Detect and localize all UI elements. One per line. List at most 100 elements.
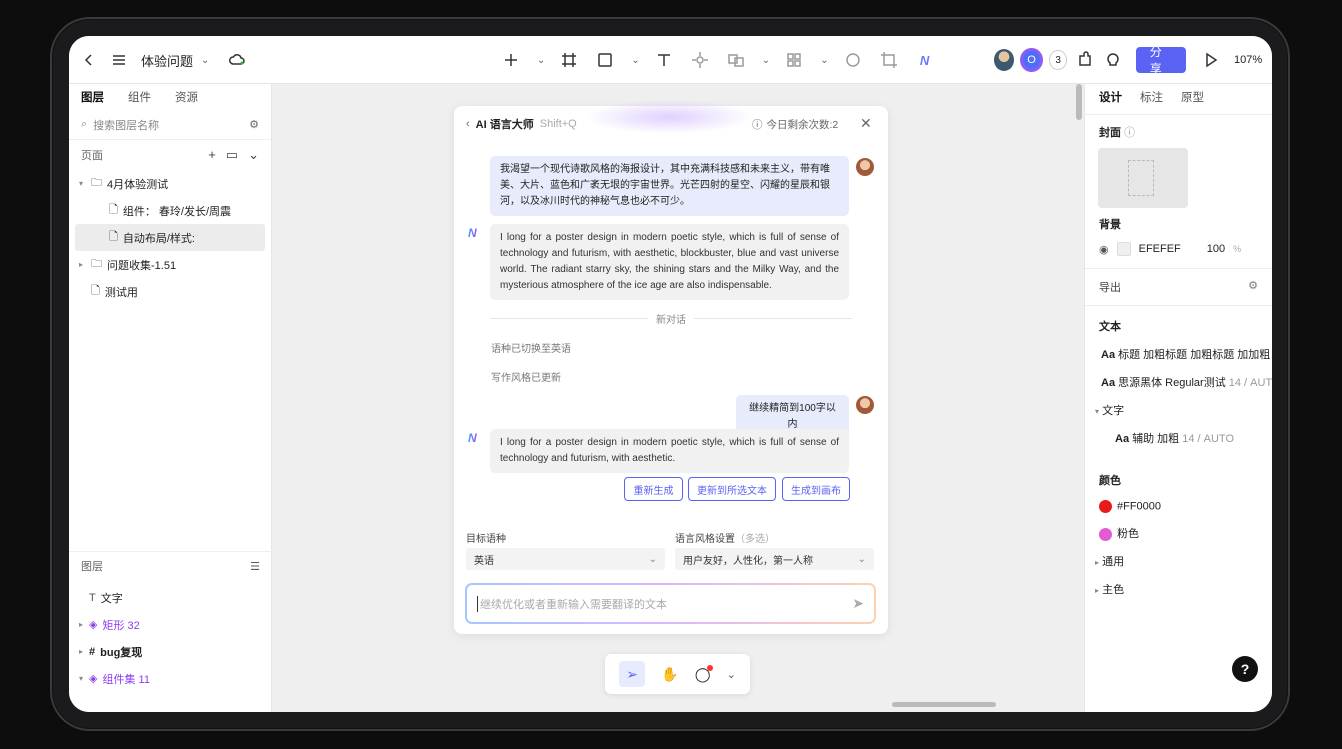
bulb-icon[interactable] <box>1102 48 1124 72</box>
color-item[interactable]: 粉色 <box>1085 525 1272 541</box>
chevron-down-icon: ⌄ <box>648 553 657 565</box>
expand-icon[interactable]: ⌄ <box>727 668 736 681</box>
style-hint: （多选） <box>735 534 775 545</box>
zoom-level[interactable]: 107% <box>1234 54 1262 66</box>
doc-title[interactable]: 体验问题 <box>141 51 193 70</box>
boolean-icon[interactable] <box>782 48 806 72</box>
layer-search[interactable]: ⌕ 搜索图层名称 ⚙ <box>69 110 271 140</box>
avatar[interactable] <box>994 49 1015 71</box>
group-item[interactable]: ▸ 主色 <box>1085 581 1272 597</box>
text-style-name: 标题 加粗标题 加粗标题 加加粗 <box>1118 349 1271 361</box>
canvas[interactable]: ‹ AI 语言大师 Shift+Q ⓘ 今日剩余次数:2 ✕ 我渴望一个现代诗歌… <box>272 84 1084 712</box>
layer-item[interactable]: ▾ ◈ 组件集 11 <box>69 665 272 692</box>
text-style-name: 辅助 加粗 <box>1132 433 1180 445</box>
share-button[interactable]: 分享 <box>1135 45 1186 76</box>
ai-logo-icon: N <box>468 226 477 240</box>
tab-assets[interactable]: 资源 <box>175 89 198 105</box>
prompt-input[interactable]: 继续优化或者重新输入需要翻译的文本 ➤ <box>465 583 876 624</box>
vertical-scrollbar[interactable] <box>1076 84 1082 120</box>
cloud-sync-icon <box>225 48 249 72</box>
close-icon[interactable]: ✕ <box>860 115 872 132</box>
new-dialog-label: 新对话 <box>656 315 686 326</box>
frame-icon[interactable] <box>557 48 581 72</box>
bg-swatch[interactable] <box>1116 242 1131 256</box>
text-tool-icon[interactable] <box>652 48 676 72</box>
horizontal-scrollbar[interactable] <box>892 702 996 707</box>
color-item[interactable]: #FF0000 <box>1085 500 1272 513</box>
tab-annotate[interactable]: 标注 <box>1140 89 1163 105</box>
page-item[interactable]: ▾ 🗀 4月体验测试 <box>69 170 271 197</box>
chevron-down-icon: ⌄ <box>820 54 829 66</box>
rectangle-icon[interactable] <box>593 48 617 72</box>
tab-components[interactable]: 组件 <box>128 89 151 105</box>
user-avatar <box>856 158 874 176</box>
back-icon[interactable] <box>77 48 101 72</box>
filter-icon[interactable]: ⚙ <box>249 118 259 131</box>
bg-hex[interactable]: EFEFEF <box>1139 243 1181 255</box>
ai-message: I long for a poster design in modern poe… <box>490 224 849 300</box>
page-item[interactable]: 🗋 测试用 <box>69 278 271 305</box>
ai-logo-icon[interactable]: N <box>913 48 937 72</box>
component-icon[interactable] <box>724 48 748 72</box>
panel-shortcut: Shift+Q <box>539 118 577 130</box>
text-style-item[interactable]: Aa 辅助 加粗 14 / AUTO <box>1085 430 1272 446</box>
tab-design[interactable]: 设计 <box>1099 89 1122 105</box>
avatar-current-user[interactable]: O <box>1020 48 1043 72</box>
page-item-selected[interactable]: 🗋 自动布局/样式: <box>75 224 265 251</box>
chevron-down-icon[interactable]: ⌄ <box>248 147 259 163</box>
text-style-item[interactable]: Aa 标题 加粗标题 加粗标题 加加粗 16 <box>1085 346 1272 362</box>
user-count-badge[interactable]: 3 <box>1048 50 1068 70</box>
layer-item[interactable]: ▸ ◈ 矩形 32 <box>69 611 272 638</box>
tab-layers[interactable]: 图层 <box>81 89 104 105</box>
bg-opacity[interactable]: 100 <box>1207 243 1225 255</box>
update-selected-text-button[interactable]: 更新到所选文本 <box>688 477 776 501</box>
tab-prototype[interactable]: 原型 <box>1181 89 1204 105</box>
cursor-tool-icon[interactable]: ➢ <box>619 661 646 687</box>
menu-icon[interactable] <box>107 48 131 72</box>
chevron-down-icon[interactable]: ⌄ <box>201 55 209 66</box>
layer-item[interactable]: ▸ # bug复现 <box>69 638 272 665</box>
search-input[interactable]: 搜索图层名称 <box>93 117 249 133</box>
add-page-icon[interactable]: + <box>208 147 216 163</box>
top-toolbar: 体验问题 ⌄ ⌄ ⌄ ⌄ ⌄ N O 3 分享 107% ⌄ <box>69 36 1272 84</box>
move-icon[interactable] <box>688 48 712 72</box>
style-select[interactable]: 用户友好，人性化，第一人称 ⌄ <box>675 548 874 570</box>
page-item[interactable]: ▸ 🗀 问题收集-1.51 <box>69 251 271 278</box>
new-dialog-divider: 新对话 <box>490 311 852 326</box>
sort-icon[interactable]: ☰ <box>250 560 260 573</box>
layer-item[interactable]: T 文字 <box>69 584 272 611</box>
cover-label: 封面 ⓘ <box>1085 124 1272 140</box>
frame-icon: # <box>89 645 96 658</box>
bg-label: 背景 <box>1099 219 1121 231</box>
text-group[interactable]: ▾ 文字 <box>1085 402 1272 418</box>
color-name: 粉色 <box>1117 528 1139 540</box>
chevron-down-icon: ⌄ <box>857 553 866 565</box>
cover-thumbnail[interactable] <box>1098 148 1188 208</box>
regenerate-button[interactable]: 重新生成 <box>624 477 683 501</box>
plugin-icon[interactable] <box>1073 48 1095 72</box>
target-lang-select[interactable]: 英语 ⌄ <box>466 548 665 570</box>
color-label: 颜色 <box>1099 475 1121 487</box>
page-item[interactable]: 🗋 组件： 春玲/发长/周震 <box>69 197 271 224</box>
send-icon[interactable]: ➤ <box>852 595 864 612</box>
chevron-down-icon[interactable]: ⌄ <box>1270 55 1272 66</box>
add-icon[interactable] <box>499 48 523 72</box>
play-icon[interactable] <box>1200 48 1222 72</box>
folder-icon[interactable]: ▭ <box>226 147 238 163</box>
layer-label: 组件集 11 <box>102 673 150 686</box>
crop-icon[interactable] <box>877 48 901 72</box>
eye-icon[interactable]: ◉ <box>1099 243 1109 256</box>
layer-label: 矩形 32 <box>102 619 140 632</box>
panel-glow <box>584 100 754 134</box>
group-item[interactable]: ▸ 通用 <box>1085 553 1272 569</box>
back-icon[interactable]: ‹ <box>466 118 470 130</box>
generate-to-canvas-button[interactable]: 生成到画布 <box>782 477 850 501</box>
bottom-tool-dock: ➢ ✋ ◯ ⌄ <box>605 654 750 694</box>
settings-icon[interactable]: ⚙ <box>1248 279 1258 295</box>
comment-icon[interactable]: ◯ <box>695 664 713 683</box>
hand-tool-icon[interactable]: ✋ <box>661 666 678 683</box>
mask-icon[interactable] <box>841 48 865 72</box>
text-style-item[interactable]: Aa 思源黑体 Regular测试 14 / AUTO <box>1085 374 1272 390</box>
help-button[interactable]: ? <box>1232 656 1258 682</box>
folder-icon: 🗀 <box>91 177 102 189</box>
